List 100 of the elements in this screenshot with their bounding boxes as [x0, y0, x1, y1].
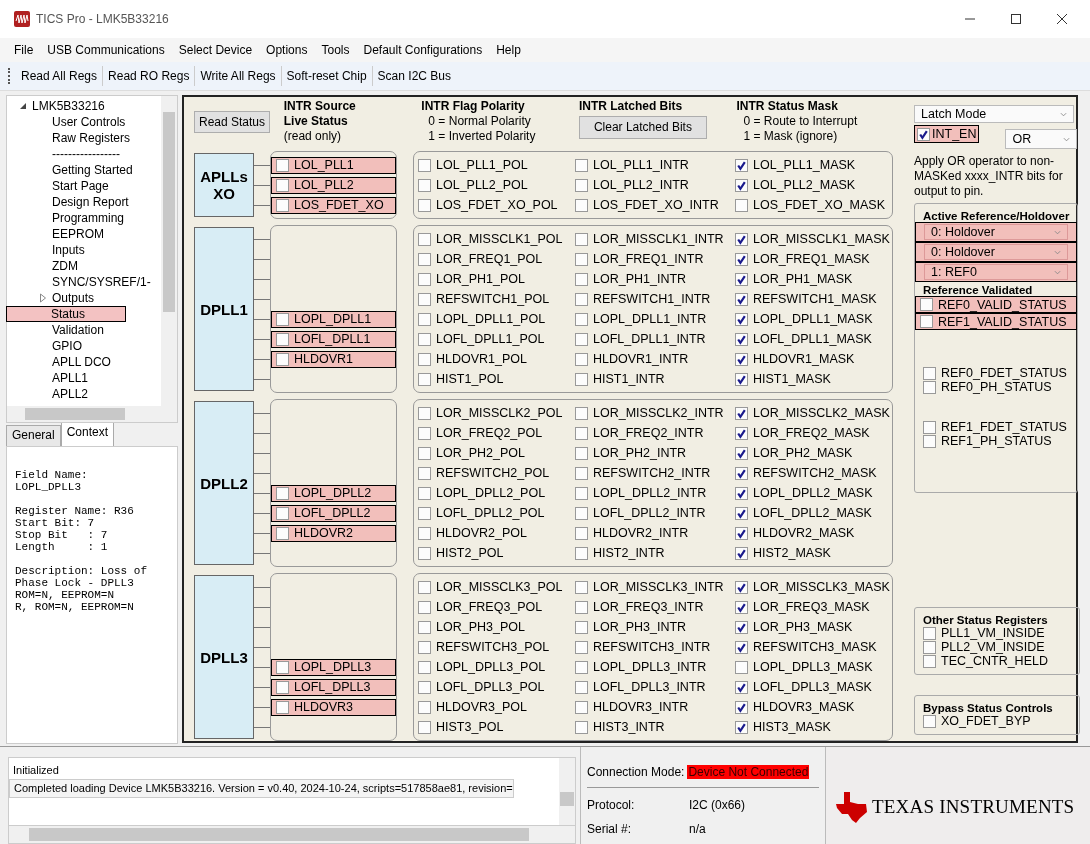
checkbox[interactable]: [923, 640, 936, 654]
tree-item[interactable]: SYNC/SYSREF/1-: [51, 275, 152, 289]
checkbox[interactable]: [575, 526, 588, 540]
checkbox[interactable]: [735, 466, 748, 480]
checkbox[interactable]: [575, 546, 588, 560]
checkbox[interactable]: [575, 580, 588, 594]
scrollbar[interactable]: [8, 826, 576, 844]
tree-item[interactable]: EEPROM: [51, 227, 105, 241]
checkbox[interactable]: [735, 446, 748, 460]
checkbox[interactable]: [575, 620, 588, 634]
checkbox[interactable]: [276, 178, 289, 192]
checkbox[interactable]: [418, 198, 431, 212]
checkbox[interactable]: [735, 198, 748, 212]
checkbox[interactable]: [735, 372, 748, 386]
checkbox[interactable]: [923, 420, 936, 434]
checkbox[interactable]: [735, 620, 748, 634]
checkbox[interactable]: [418, 660, 431, 674]
checkbox[interactable]: [735, 272, 748, 286]
collapsed-icon[interactable]: [39, 293, 47, 303]
checkbox[interactable]: [418, 526, 431, 540]
tree-item[interactable]: -----------------: [51, 147, 121, 161]
checkbox[interactable]: [735, 526, 748, 540]
menu-item[interactable]: USB Communications: [41, 41, 171, 59]
log-entry[interactable]: Initialized: [9, 762, 59, 779]
checkbox[interactable]: [418, 292, 431, 306]
checkbox[interactable]: [575, 700, 588, 714]
expanded-icon[interactable]: [19, 102, 27, 110]
tree-item[interactable]: APLL1: [51, 371, 90, 385]
tree-item[interactable]: APLL2: [51, 387, 90, 401]
checkbox[interactable]: [575, 600, 588, 614]
checkbox[interactable]: [276, 700, 289, 714]
menu-item[interactable]: Help: [490, 41, 527, 59]
checkbox[interactable]: [735, 252, 748, 266]
checkbox[interactable]: [923, 434, 936, 448]
menu-item[interactable]: Default Configurations: [357, 41, 489, 59]
maximize-icon[interactable]: [1010, 13, 1022, 25]
checkbox[interactable]: [735, 158, 748, 172]
tree-item[interactable]: Inputs: [51, 243, 86, 257]
checkbox[interactable]: [575, 312, 588, 326]
checkbox[interactable]: [575, 446, 588, 460]
toolbar-button[interactable]: Soft-reset Chip: [281, 67, 372, 85]
checkbox[interactable]: [575, 158, 588, 172]
checkbox[interactable]: [418, 640, 431, 654]
toolbar-button[interactable]: Read All Regs: [16, 67, 103, 85]
checkbox[interactable]: [735, 406, 748, 420]
reference-dropdown[interactable]: 0: Holdover: [924, 224, 1068, 240]
checkbox[interactable]: [418, 506, 431, 520]
tree-item[interactable]: Programming: [51, 211, 126, 225]
tree-item[interactable]: User Controls: [51, 115, 127, 129]
checkbox[interactable]: [276, 506, 289, 520]
checkbox[interactable]: [575, 486, 588, 500]
checkbox[interactable]: [276, 332, 289, 346]
checkbox[interactable]: [735, 546, 748, 560]
checkbox[interactable]: [276, 352, 289, 366]
checkbox[interactable]: [923, 366, 936, 380]
checkbox[interactable]: [923, 380, 936, 394]
checkbox[interactable]: [418, 332, 431, 346]
checkbox[interactable]: [575, 252, 588, 266]
checkbox[interactable]: [575, 332, 588, 346]
checkbox[interactable]: [276, 526, 289, 540]
checkbox[interactable]: [575, 660, 588, 674]
checkbox[interactable]: [575, 272, 588, 286]
checkbox[interactable]: [735, 232, 748, 246]
checkbox[interactable]: [418, 252, 431, 266]
close-icon[interactable]: [1056, 13, 1068, 25]
checkbox[interactable]: [735, 178, 748, 192]
checkbox[interactable]: [276, 660, 289, 674]
tree-item[interactable]: Raw Registers: [51, 131, 132, 145]
checkbox[interactable]: [418, 426, 431, 440]
checkbox[interactable]: [923, 654, 936, 668]
checkbox[interactable]: [418, 680, 431, 694]
checkbox[interactable]: [276, 198, 289, 212]
menu-item[interactable]: Tools: [315, 41, 356, 59]
checkbox[interactable]: [735, 426, 748, 440]
checkbox[interactable]: [575, 426, 588, 440]
scrollbar[interactable]: [559, 758, 575, 825]
tab[interactable]: General: [6, 425, 61, 446]
operator-dropdown[interactable]: OR: [1005, 129, 1078, 149]
log-entry[interactable]: Completed loading Device LMK5B33216. Version = v0.40, 2024-10-24, scripts=517858ae81, revision=: [9, 779, 514, 798]
tree-item[interactable]: Start Page: [51, 179, 110, 193]
checkbox[interactable]: [418, 352, 431, 366]
checkbox[interactable]: [418, 272, 431, 286]
checkbox[interactable]: [575, 178, 588, 192]
tree-item[interactable]: Outputs: [51, 291, 96, 305]
checkbox[interactable]: [276, 158, 289, 172]
tree-item[interactable]: Getting Started: [51, 163, 134, 177]
checkbox[interactable]: [575, 372, 588, 386]
toolbar-button[interactable]: Read RO Regs: [103, 67, 195, 85]
scrollbar[interactable]: [7, 406, 177, 422]
checkbox[interactable]: [735, 312, 748, 326]
tree-item[interactable]: Status: [7, 307, 126, 321]
checkbox[interactable]: [735, 486, 748, 500]
checkbox[interactable]: [418, 178, 431, 192]
checkbox[interactable]: [418, 466, 431, 480]
checkbox[interactable]: [418, 720, 431, 734]
checkbox[interactable]: [418, 700, 431, 714]
checkbox[interactable]: [575, 232, 588, 246]
checkbox[interactable]: [575, 640, 588, 654]
checkbox[interactable]: [575, 720, 588, 734]
checkbox[interactable]: [575, 292, 588, 306]
